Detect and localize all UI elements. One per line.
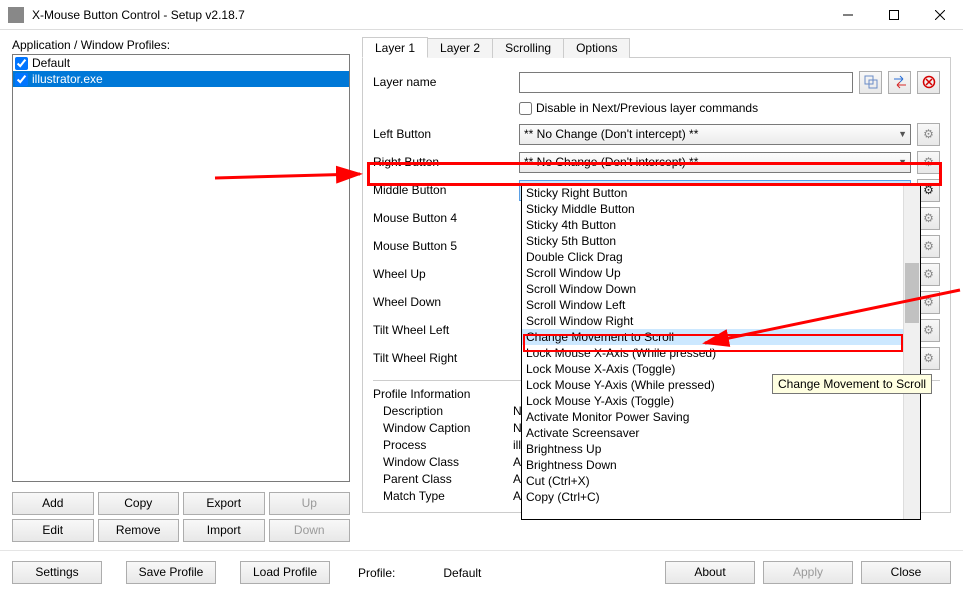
left-button-label: Left Button (373, 127, 513, 141)
window-title: X-Mouse Button Control - Setup v2.18.7 (32, 8, 825, 22)
minimize-button[interactable] (825, 0, 871, 30)
gear-icon: ⚙ (923, 211, 934, 225)
pi-caption-label: Window Caption (373, 421, 513, 435)
right-button-label: Right Button (373, 155, 513, 169)
gear-icon: ⚙ (923, 155, 934, 169)
gear-icon: ⚙ (923, 323, 934, 337)
load-profile-button[interactable]: Load Profile (240, 561, 330, 584)
right-button-gear[interactable]: ⚙ (917, 151, 940, 174)
mb4-label: Mouse Button 4 (373, 211, 513, 225)
dropdown-item[interactable]: Activate Monitor Power Saving (522, 409, 905, 425)
profile-checkbox[interactable] (15, 73, 28, 86)
titlebar: X-Mouse Button Control - Setup v2.18.7 (0, 0, 963, 30)
remove-button[interactable]: Remove (98, 519, 180, 542)
apply-button[interactable]: Apply (763, 561, 853, 584)
dropdown-item[interactable]: Change Movement to Scroll (522, 329, 905, 345)
app-icon (8, 7, 24, 23)
dropdown-item[interactable]: Activate Screensaver (522, 425, 905, 441)
pi-process-label: Process (373, 438, 513, 452)
add-button[interactable]: Add (12, 492, 94, 515)
dropdown-item[interactable]: Brightness Up (522, 441, 905, 457)
tilt-left-label: Tilt Wheel Left (373, 323, 513, 337)
tab-layer2[interactable]: Layer 2 (427, 38, 493, 58)
dropdown-item[interactable]: Sticky Middle Button (522, 201, 905, 217)
dropdown-item[interactable]: Brightness Down (522, 457, 905, 473)
chevron-down-icon: ▼ (898, 129, 907, 139)
profile-name: Default (443, 566, 481, 580)
wheel-up-label: Wheel Up (373, 267, 513, 281)
profile-label: illustrator.exe (32, 72, 103, 86)
dropdown-item[interactable]: Scroll Window Right (522, 313, 905, 329)
mb5-label: Mouse Button 5 (373, 239, 513, 253)
profile-list[interactable]: Default illustrator.exe (12, 54, 350, 482)
tab-scrolling[interactable]: Scrolling (492, 38, 564, 58)
down-button[interactable]: Down (269, 519, 351, 542)
import-button[interactable]: Import (183, 519, 265, 542)
middle-button-label: Middle Button (373, 183, 513, 197)
close-button[interactable] (917, 0, 963, 30)
gear-icon: ⚙ (923, 351, 934, 365)
wheel-down-label: Wheel Down (373, 295, 513, 309)
dropdown-item[interactable]: Cut (Ctrl+X) (522, 473, 905, 489)
reset-layer-button[interactable] (917, 71, 940, 94)
disable-layer-label: Disable in Next/Previous layer commands (536, 101, 758, 115)
copy-button[interactable]: Copy (98, 492, 180, 515)
pi-parentclass-label: Parent Class (373, 472, 513, 486)
gear-icon: ⚙ (923, 183, 934, 197)
gear-icon: ⚙ (923, 267, 934, 281)
dropdown-item[interactable]: Lock Mouse X-Axis (While pressed) (522, 345, 905, 361)
dropdown-tooltip: Change Movement to Scroll (772, 374, 932, 394)
scrollbar-thumb[interactable] (905, 263, 919, 323)
maximize-button[interactable] (871, 0, 917, 30)
left-button-combo[interactable]: ** No Change (Don't intercept) **▼ (519, 124, 911, 145)
tab-layer1[interactable]: Layer 1 (362, 37, 428, 58)
edit-button[interactable]: Edit (12, 519, 94, 542)
dropdown-item[interactable]: Lock Mouse Y-Axis (Toggle) (522, 393, 905, 409)
gear-icon: ⚙ (923, 239, 934, 253)
profile-row-default[interactable]: Default (13, 55, 349, 71)
dropdown-item[interactable]: Double Click Drag (522, 249, 905, 265)
dropdown-item[interactable]: Scroll Window Left (522, 297, 905, 313)
dropdown-item[interactable]: Sticky Right Button (522, 185, 905, 201)
dropdown-scrollbar[interactable] (903, 185, 920, 519)
pi-description-label: Description (373, 404, 513, 418)
tab-options[interactable]: Options (563, 38, 630, 58)
profile-row-illustrator[interactable]: illustrator.exe (13, 71, 349, 87)
gear-icon: ⚙ (923, 127, 934, 141)
profile-checkbox[interactable] (15, 57, 28, 70)
tilt-right-label: Tilt Wheel Right (373, 351, 513, 365)
pi-winclass-label: Window Class (373, 455, 513, 469)
middle-button-dropdown[interactable]: Sticky Right ButtonSticky Middle ButtonS… (521, 184, 921, 520)
left-button-gear[interactable]: ⚙ (917, 123, 940, 146)
swap-layer-button[interactable] (888, 71, 911, 94)
settings-button[interactable]: Settings (12, 561, 102, 584)
pi-matchtype-label: Match Type (373, 489, 513, 503)
layer-name-input[interactable] (519, 72, 853, 93)
save-profile-button[interactable]: Save Profile (126, 561, 216, 584)
dropdown-item[interactable]: Copy (Ctrl+C) (522, 489, 905, 505)
export-button[interactable]: Export (183, 492, 265, 515)
profiles-heading: Application / Window Profiles: (12, 38, 350, 52)
disable-layer-checkbox[interactable] (519, 102, 532, 115)
up-button[interactable]: Up (269, 492, 351, 515)
profile-info-heading: Profile Information (373, 387, 470, 401)
copy-layer-button[interactable] (859, 71, 882, 94)
about-button[interactable]: About (665, 561, 755, 584)
dropdown-item[interactable]: Sticky 4th Button (522, 217, 905, 233)
gear-icon: ⚙ (923, 295, 934, 309)
layer-name-label: Layer name (373, 75, 513, 89)
profile-label: Profile: (358, 566, 395, 580)
close-app-button[interactable]: Close (861, 561, 951, 584)
profile-label: Default (32, 56, 70, 70)
dropdown-item[interactable]: Scroll Window Up (522, 265, 905, 281)
chevron-down-icon: ▼ (898, 157, 907, 167)
dropdown-item[interactable]: Scroll Window Down (522, 281, 905, 297)
right-button-combo[interactable]: ** No Change (Don't intercept) **▼ (519, 152, 911, 173)
dropdown-item[interactable]: Sticky 5th Button (522, 233, 905, 249)
